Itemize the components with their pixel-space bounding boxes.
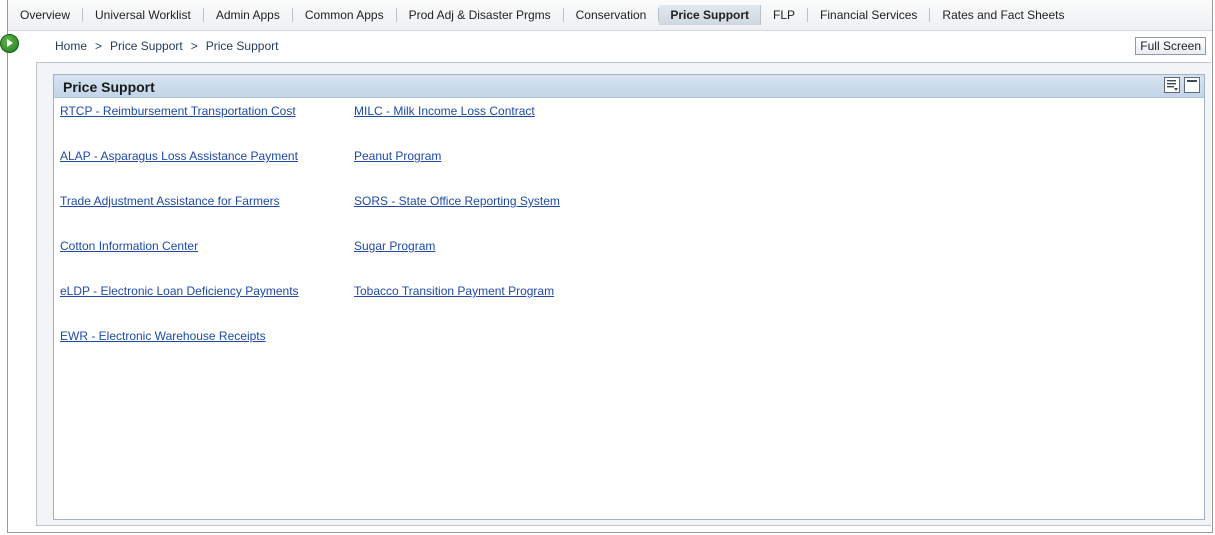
full-screen-button[interactable]: Full Screen [1135, 37, 1206, 55]
tab-prod-adj-disaster-prgms[interactable]: Prod Adj & Disaster Prgms [397, 8, 564, 22]
breadcrumb-separator: > [190, 39, 198, 53]
breadcrumb: Home > Price Support > Price Support [55, 39, 278, 53]
top-navigation: Overview Universal Worklist Admin Apps C… [8, 0, 1212, 31]
tab-universal-worklist[interactable]: Universal Worklist [83, 8, 204, 22]
breadcrumb-bar: Home > Price Support > Price Support Full Sc… [0, 31, 1212, 58]
link-rtcp[interactable]: RTCP - Reimbursement Transportation Cost [60, 104, 296, 118]
link-sors[interactable]: SORS - State Office Reporting System [354, 194, 560, 208]
link-alap[interactable]: ALAP - Asparagus Loss Assistance Payment [60, 149, 298, 163]
link-milc[interactable]: MILC - Milk Income Loss Contract [354, 104, 535, 118]
tab-admin-apps[interactable]: Admin Apps [204, 8, 293, 22]
link-eldp[interactable]: eLDP - Electronic Loan Deficiency Paymen… [60, 284, 299, 298]
content-area: Price Support RTCP - Reimbursement Trans… [36, 62, 1211, 526]
breadcrumb-current-page: Price Support [205, 39, 279, 53]
tab-rates-and-fact-sheets[interactable]: Rates and Fact Sheets [930, 8, 1076, 22]
options-menu-icon[interactable] [1164, 77, 1180, 93]
link-sugar-program[interactable]: Sugar Program [354, 239, 435, 253]
tab-flp[interactable]: FLP [761, 8, 809, 22]
portal-window: Overview Universal Worklist Admin Apps C… [0, 0, 1213, 533]
link-cotton-information-center[interactable]: Cotton Information Center [60, 239, 198, 253]
tab-overview[interactable]: Overview [8, 8, 84, 22]
breadcrumb-separator: > [95, 39, 103, 53]
tab-conservation[interactable]: Conservation [564, 8, 660, 22]
breadcrumb-price-support[interactable]: Price Support [110, 39, 183, 53]
minimize-icon[interactable] [1184, 77, 1200, 93]
link-ewr[interactable]: EWR - Electronic Warehouse Receipts [60, 329, 266, 343]
expand-navigation-icon[interactable] [0, 34, 19, 53]
link-peanut-program[interactable]: Peanut Program [354, 149, 441, 163]
tab-financial-services[interactable]: Financial Services [808, 8, 931, 22]
price-support-panel: Price Support RTCP - Reimbursement Trans… [53, 74, 1205, 520]
panel-title: Price Support [63, 79, 155, 95]
link-tobacco-transition[interactable]: Tobacco Transition Payment Program [354, 284, 554, 298]
panel-header: Price Support [54, 75, 1204, 98]
breadcrumb-home[interactable]: Home [55, 39, 87, 53]
tab-common-apps[interactable]: Common Apps [293, 8, 397, 22]
tab-price-support[interactable]: Price Support [659, 5, 762, 25]
link-trade-adjustment-assistance[interactable]: Trade Adjustment Assistance for Farmers [60, 194, 280, 208]
